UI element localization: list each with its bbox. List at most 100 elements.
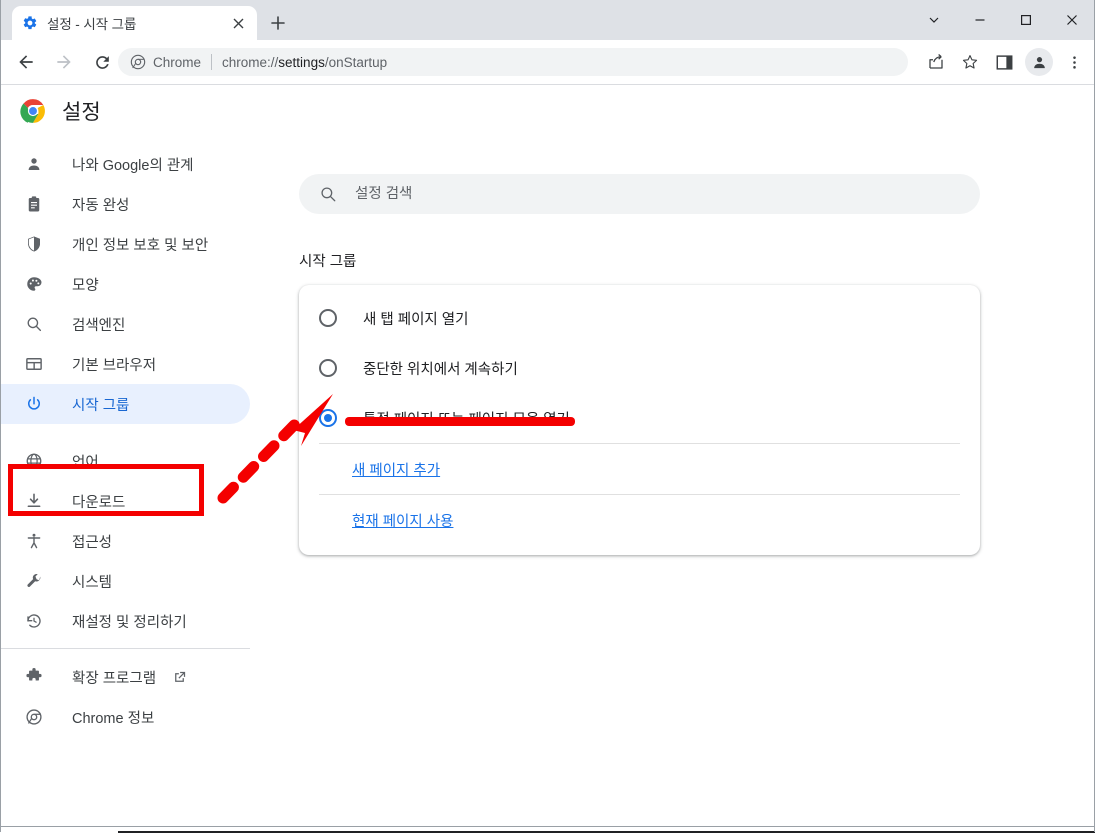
back-arrow-icon bbox=[16, 52, 36, 72]
sidebar-item-label: 언어 bbox=[72, 451, 99, 472]
settings-title: 설정 bbox=[62, 96, 101, 126]
download-icon bbox=[24, 491, 44, 511]
radio-continue-where-left-off[interactable]: 중단한 위치에서 계속하기 bbox=[299, 343, 980, 393]
origin-chip: Chrome bbox=[130, 54, 201, 70]
profile-button[interactable] bbox=[1025, 48, 1053, 76]
puzzle-icon bbox=[24, 667, 44, 687]
sidebar-item-label: 다운로드 bbox=[72, 491, 125, 512]
accessibility-icon bbox=[24, 531, 44, 551]
add-new-page-link[interactable]: 새 페이지 추가 bbox=[352, 459, 440, 480]
bookmark-button[interactable] bbox=[954, 46, 986, 78]
power-icon bbox=[24, 394, 44, 414]
avatar-icon bbox=[1031, 54, 1048, 71]
share-icon bbox=[927, 53, 945, 71]
url-highlight: settings bbox=[278, 55, 325, 70]
three-dot-menu-icon bbox=[1066, 54, 1083, 71]
palette-icon bbox=[24, 274, 44, 294]
new-tab-button[interactable] bbox=[265, 10, 291, 36]
sidebar-item-label: 자동 완성 bbox=[72, 194, 129, 215]
settings-header: 설정 bbox=[0, 86, 1095, 144]
browser-window-icon bbox=[24, 354, 44, 374]
toolbar-actions bbox=[919, 46, 1091, 78]
add-new-page-row[interactable]: 새 페이지 추가 bbox=[299, 444, 980, 494]
window-border-left bbox=[0, 0, 1, 832]
shield-icon bbox=[24, 234, 44, 254]
sidebar-item-label: 나와 Google의 관계 bbox=[72, 154, 194, 175]
share-button[interactable] bbox=[920, 46, 952, 78]
sidebar-item-default-browser[interactable]: 기본 브라우저 bbox=[0, 344, 250, 384]
use-current-pages-link[interactable]: 현재 페이지 사용 bbox=[352, 510, 453, 531]
sidebar-item-search-engine[interactable]: 검색엔진 bbox=[0, 304, 250, 344]
settings-brand[interactable]: 설정 bbox=[20, 96, 101, 126]
radio-open-new-tab-page[interactable]: 새 탭 페이지 열기 bbox=[299, 293, 980, 343]
window-minimize-button[interactable] bbox=[957, 0, 1003, 40]
sidebar-item-autofill[interactable]: 자동 완성 bbox=[0, 184, 250, 224]
sidebar-item-label: 접근성 bbox=[72, 531, 112, 552]
sidebar-item-label: 기본 브라우저 bbox=[72, 354, 156, 375]
sidebar-item-you-and-google[interactable]: 나와 Google의 관계 bbox=[0, 144, 250, 184]
sidebar-item-appearance[interactable]: 모양 bbox=[0, 264, 250, 304]
chrome-logo-icon bbox=[24, 707, 44, 727]
chrome-menu-button[interactable] bbox=[1058, 46, 1090, 78]
url-prefix: chrome:// bbox=[222, 55, 278, 70]
tab-close-icon[interactable] bbox=[229, 14, 247, 32]
window-close-button[interactable] bbox=[1049, 0, 1095, 40]
settings-search-bar[interactable] bbox=[299, 174, 980, 214]
star-icon bbox=[961, 53, 979, 71]
reload-button[interactable] bbox=[86, 46, 118, 78]
search-icon bbox=[319, 185, 337, 203]
side-panel-button[interactable] bbox=[988, 46, 1020, 78]
close-icon bbox=[1066, 14, 1078, 26]
window-controls bbox=[911, 0, 1095, 40]
person-icon bbox=[24, 154, 44, 174]
settings-page: 설정 나와 Google의 관계 자동 완성 bbox=[0, 86, 1095, 826]
use-current-pages-row[interactable]: 현재 페이지 사용 bbox=[299, 495, 980, 545]
chrome-logo-icon bbox=[130, 54, 146, 70]
sidebar-item-label: 모양 bbox=[72, 274, 99, 295]
sidebar-item-downloads[interactable]: 다운로드 bbox=[0, 481, 250, 521]
settings-gear-icon bbox=[22, 15, 38, 31]
clipboard-icon bbox=[24, 194, 44, 214]
on-startup-card: 새 탭 페이지 열기 중단한 위치에서 계속하기 특정 페이지 또는 페이지 모… bbox=[299, 285, 980, 555]
sidebar-item-about-chrome[interactable]: Chrome 정보 bbox=[0, 697, 250, 737]
side-panel-icon bbox=[996, 54, 1013, 71]
back-button[interactable] bbox=[10, 46, 42, 78]
page-title: 시작 그룹 bbox=[299, 250, 356, 271]
radio-indicator[interactable] bbox=[319, 309, 337, 327]
sidebar-item-privacy-security[interactable]: 개인 정보 보호 및 보안 bbox=[0, 224, 250, 264]
omnibox-separator bbox=[211, 54, 212, 70]
sidebar-item-reset-cleanup[interactable]: 재설정 및 정리하기 bbox=[0, 601, 250, 641]
sidebar-item-label: 개인 정보 보호 및 보안 bbox=[72, 234, 208, 255]
sidebar-item-on-startup[interactable]: 시작 그룹 bbox=[0, 384, 250, 424]
sidebar-item-label: 검색엔진 bbox=[72, 314, 125, 335]
external-link-icon bbox=[172, 670, 187, 685]
address-bar[interactable]: Chrome chrome://settings/onStartup bbox=[118, 48, 908, 76]
radio-indicator[interactable] bbox=[319, 359, 337, 377]
sidebar-item-extensions[interactable]: 확장 프로그램 bbox=[0, 657, 250, 697]
settings-sidebar: 나와 Google의 관계 자동 완성 개인 정보 보호 및 보안 모양 bbox=[0, 144, 250, 737]
forward-button[interactable] bbox=[48, 46, 80, 78]
minimize-icon bbox=[974, 14, 986, 26]
browser-toolbar: Chrome chrome://settings/onStartup bbox=[0, 40, 1095, 85]
window-bottom-strip bbox=[0, 826, 1095, 832]
chrome-logo-icon bbox=[20, 98, 46, 124]
radio-indicator-selected[interactable] bbox=[319, 409, 337, 427]
sidebar-item-label: Chrome 정보 bbox=[72, 707, 154, 728]
search-input[interactable] bbox=[355, 186, 960, 202]
tab-title: 설정 - 시작 그룹 bbox=[47, 13, 225, 33]
sidebar-item-languages[interactable]: 언어 bbox=[0, 441, 250, 481]
window-maximize-button[interactable] bbox=[1003, 0, 1049, 40]
plus-icon bbox=[271, 16, 285, 30]
close-icon bbox=[233, 18, 244, 29]
sidebar-item-system[interactable]: 시스템 bbox=[0, 561, 250, 601]
radio-open-specific-pages[interactable]: 특정 페이지 또는 페이지 모음 열기 bbox=[299, 393, 980, 443]
sidebar-item-label: 확장 프로그램 bbox=[72, 667, 156, 688]
history-restore-icon bbox=[24, 611, 44, 631]
browser-window: 설정 - 시작 그룹 bbox=[0, 0, 1095, 832]
browser-tab[interactable]: 설정 - 시작 그룹 bbox=[12, 6, 257, 40]
sidebar-item-accessibility[interactable]: 접근성 bbox=[0, 521, 250, 561]
window-collapse-button[interactable] bbox=[911, 0, 957, 40]
sidebar-spacer bbox=[0, 424, 250, 441]
forward-arrow-icon bbox=[54, 52, 74, 72]
omnibox-url: chrome://settings/onStartup bbox=[222, 55, 387, 70]
